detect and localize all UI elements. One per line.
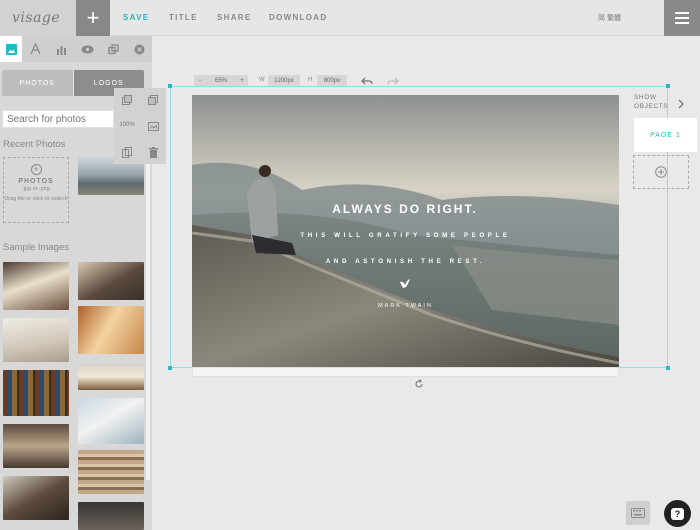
upload-plus-icon: + (30, 164, 42, 175)
add-page-button[interactable] (633, 155, 689, 189)
fit-image-icon[interactable] (144, 118, 162, 134)
sample-image[interactable] (3, 370, 69, 416)
show-objects-toggle[interactable]: SHOW OBJECTS (634, 94, 668, 111)
share-menu-item[interactable]: SHARE (217, 13, 252, 22)
image-tab-icon[interactable] (0, 36, 22, 62)
show-objects-line-2: OBJECTS (634, 102, 669, 110)
quote-headline[interactable]: ALWAYS DO RIGHT. (299, 202, 511, 216)
dropzone-hint: Drag file or click to search (4, 196, 68, 202)
sample-image[interactable] (3, 476, 69, 520)
sample-image[interactable] (78, 364, 144, 390)
layers-tab-icon[interactable] (102, 36, 124, 62)
show-objects-line-1: SHOW (634, 94, 657, 101)
selection-handle[interactable] (168, 366, 172, 370)
dropzone-types: .jpg or .png (22, 186, 50, 192)
text-tab-icon[interactable] (24, 36, 46, 62)
add-button[interactable]: + (76, 0, 110, 36)
photo-search-input[interactable] (2, 110, 114, 128)
eye-tab-icon[interactable] (76, 36, 98, 62)
sample-image[interactable] (3, 318, 69, 362)
tab-photos[interactable]: PHOTOS (2, 70, 73, 96)
help-chat-button[interactable]: ? (664, 500, 691, 527)
sample-images-heading: Sample Images (3, 242, 70, 253)
sample-image[interactable] (78, 502, 144, 530)
sample-image[interactable] (78, 398, 144, 444)
zoom-small-text: 100% (119, 122, 135, 128)
sample-image[interactable] (78, 306, 144, 354)
sample-image[interactable] (78, 450, 144, 494)
background-photo (192, 95, 619, 367)
sample-image[interactable] (78, 262, 144, 300)
help-chat-icon: ? (671, 507, 684, 520)
logo[interactable]: visage (0, 0, 76, 36)
zoom-level-small[interactable]: 100% (116, 118, 138, 132)
quote-line-2[interactable]: THIS WILL GRATIFY SOME PEOPLE (192, 232, 619, 239)
width-label: W (259, 77, 265, 83)
page-thumbnail-1[interactable]: PAGE 1 (634, 118, 697, 152)
recent-photos-heading: Recent Photos (3, 139, 66, 150)
page-1-label: PAGE 1 (650, 131, 681, 139)
logo-text: visage (12, 10, 61, 26)
selection-handle[interactable] (666, 366, 670, 370)
selection-handle[interactable] (666, 84, 670, 88)
dropzone-title: PHOTOS (18, 178, 54, 185)
quote-author[interactable]: MARK TWAIN (192, 303, 619, 309)
add-page-plus-icon (655, 166, 667, 178)
height-label: H (308, 77, 313, 83)
sample-image[interactable] (3, 424, 69, 468)
quote-line-3[interactable]: AND ASTONISH THE REST. (192, 258, 619, 265)
language-switch[interactable]: 简 繁體 (598, 13, 621, 23)
bring-forward-icon[interactable] (118, 92, 136, 108)
canvas-bottom-strip (192, 367, 619, 377)
keyboard-shortcuts-icon[interactable] (626, 501, 650, 525)
duplicate-icon[interactable] (118, 144, 136, 160)
download-menu-item[interactable]: DOWNLOAD (269, 13, 327, 22)
object-tool-column: 100% (114, 88, 166, 164)
trash-icon[interactable] (144, 144, 162, 160)
tool-tabs (0, 36, 152, 62)
top-bar: visage + SAVE TITLE SHARE DOWNLOAD 简 繁體 (0, 0, 700, 36)
canvas-page[interactable] (192, 95, 619, 367)
chevron-right-icon[interactable] (677, 96, 685, 109)
save-menu-item[interactable]: SAVE (123, 13, 149, 22)
close-panel-icon[interactable] (128, 36, 150, 62)
hamburger-menu-icon[interactable] (664, 0, 700, 36)
sample-image[interactable] (3, 262, 69, 310)
bird-icon (398, 278, 412, 290)
title-menu-item[interactable]: TITLE (169, 13, 198, 22)
send-backward-icon[interactable] (144, 92, 162, 108)
chart-tab-icon[interactable] (50, 36, 72, 62)
photo-upload-dropzone[interactable]: + PHOTOS .jpg or .png Drag file or click… (3, 157, 69, 223)
selection-handle[interactable] (168, 84, 172, 88)
rotate-icon[interactable] (414, 376, 426, 388)
